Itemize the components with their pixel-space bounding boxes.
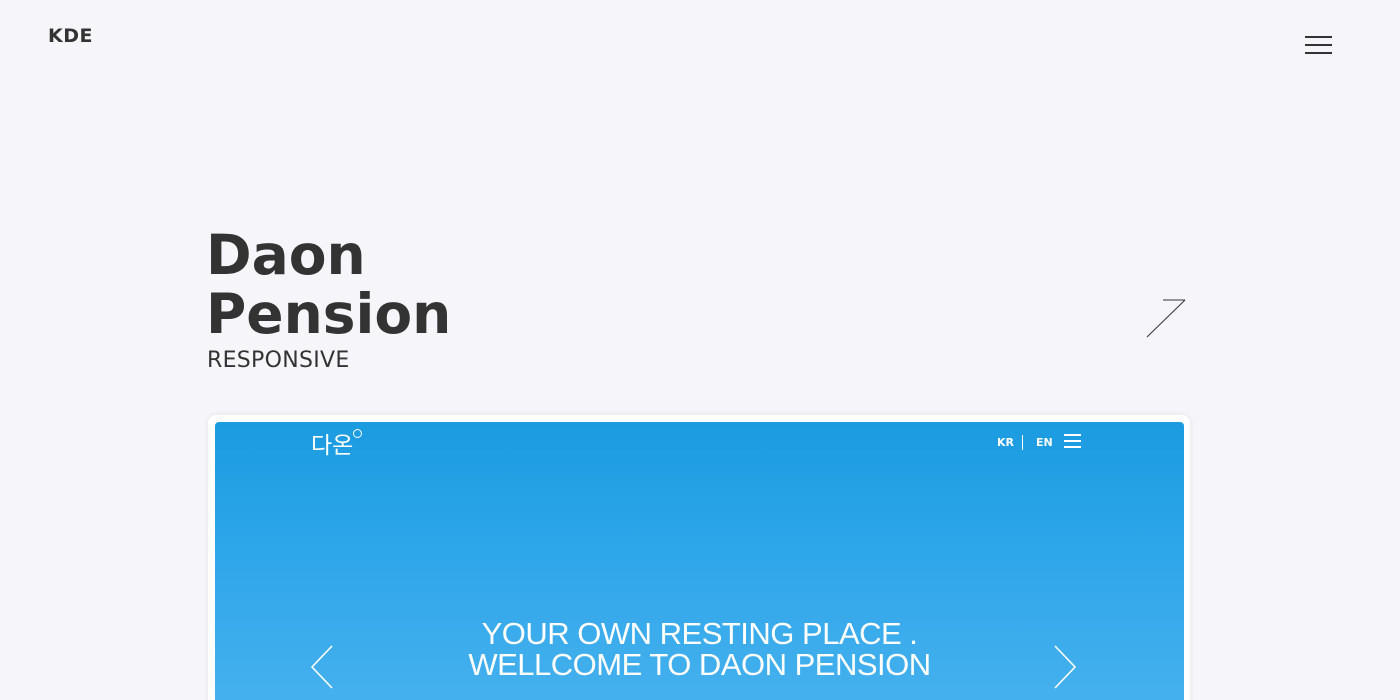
menu-line — [1064, 446, 1081, 448]
project-subtitle: RESPONSIVE — [207, 348, 350, 373]
hero-text: YOUR OWN RESTING PLACE . WELLCOME TO DAO… — [215, 618, 1184, 680]
chevron-right-icon[interactable] — [1053, 644, 1077, 690]
hamburger-menu-icon[interactable] — [1305, 34, 1333, 56]
preview-logo-text: 다온 — [311, 433, 354, 459]
hero-line2: WELLCOME TO DAON PENSION — [468, 647, 931, 682]
preview-hamburger-menu-icon[interactable] — [1064, 434, 1081, 448]
preview-logo: 다온 — [311, 426, 362, 460]
brand-logo[interactable]: KDE — [48, 25, 93, 47]
menu-line — [1305, 52, 1332, 54]
website-preview[interactable]: 다온 KR EN YOUR OWN RESTING PLACE . WELLCO… — [215, 422, 1184, 700]
logo-dot-icon — [353, 429, 362, 438]
lang-kr-link[interactable]: KR — [997, 436, 1014, 449]
chevron-left-icon[interactable] — [310, 644, 334, 690]
diagonal-arrow-icon[interactable] — [1144, 297, 1188, 341]
lang-en-link[interactable]: EN — [1036, 436, 1053, 449]
menu-line — [1064, 440, 1081, 442]
project-title-line1: Daon — [206, 223, 366, 287]
hero-line1: YOUR OWN RESTING PLACE . — [481, 616, 918, 651]
menu-line — [1064, 434, 1081, 436]
lang-divider — [1022, 435, 1023, 450]
page: KDE Daon Pension RESPONSIVE 다온 KR EN YOU… — [0, 0, 1400, 700]
project-title: Daon Pension — [206, 226, 451, 344]
project-title-line2: Pension — [206, 282, 452, 346]
menu-line — [1305, 44, 1332, 46]
menu-line — [1305, 36, 1332, 38]
